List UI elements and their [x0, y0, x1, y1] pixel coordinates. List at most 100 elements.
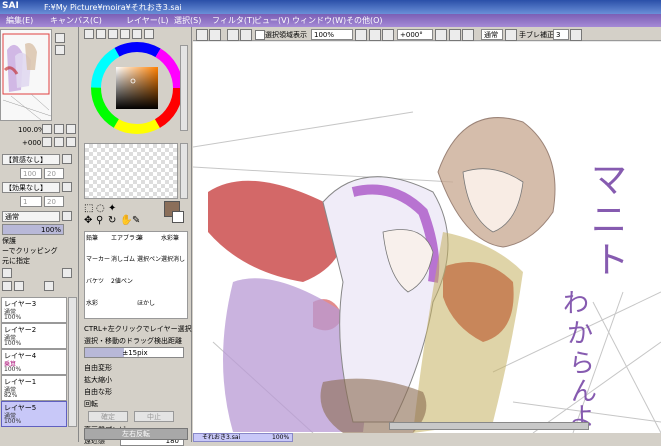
apply-button[interactable]: 確定	[88, 411, 128, 422]
rect-select-icon[interactable]: ⬚	[84, 203, 93, 214]
color-wheel-mode-icon[interactable]	[84, 29, 94, 39]
nav-zoom-out-button[interactable]	[55, 45, 65, 55]
layer-scrollbar[interactable]	[68, 297, 77, 427]
undo-icon[interactable]	[196, 29, 208, 41]
nav-rotate-right-button[interactable]	[54, 137, 64, 147]
angle-dropdown-icon[interactable]	[435, 29, 447, 41]
effect-strength[interactable]: 20	[44, 196, 64, 207]
brush-bucket[interactable]: バケツ	[86, 276, 104, 285]
layer-item[interactable]: レイヤー1 通常 82%	[1, 375, 67, 401]
lasso-icon[interactable]: ◌	[96, 203, 105, 214]
swatch-mode-icon[interactable]	[132, 29, 142, 39]
scratch-pad[interactable]	[84, 143, 178, 199]
rgb-slider-mode-icon[interactable]	[96, 29, 106, 39]
cancel-button[interactable]: 中止	[134, 411, 174, 422]
deselect-icon[interactable]	[227, 29, 239, 41]
menu-window[interactable]: ウィンドウ(W)	[292, 15, 346, 26]
navigator-thumbnail[interactable]	[0, 29, 52, 121]
eyedropper-icon[interactable]: ✎	[132, 215, 140, 226]
menu-other[interactable]: その他(O)	[346, 15, 383, 26]
brush-brush[interactable]: 筆	[137, 233, 143, 242]
stabilizer-select[interactable]: 3	[553, 29, 569, 40]
flip-horizontal-button[interactable]: 左右反転	[84, 428, 188, 440]
layer-item[interactable]: レイヤー4 乗算 100%	[1, 349, 67, 375]
effect-dropdown-icon[interactable]	[62, 182, 72, 192]
scratchpad-mode-icon[interactable]	[144, 29, 154, 39]
zoom-dropdown-icon[interactable]	[355, 29, 367, 41]
move-icon[interactable]: ✥	[84, 215, 92, 226]
flip-view-icon[interactable]	[505, 29, 517, 41]
menu-layer[interactable]: レイヤー(L)	[126, 15, 168, 26]
zoom-select[interactable]: 100%	[311, 29, 353, 40]
zoom-out-icon[interactable]	[369, 29, 381, 41]
rotate-cw-icon[interactable]	[462, 29, 474, 41]
merge-layer-icon[interactable]	[44, 281, 54, 291]
brush-watercolor[interactable]: 水彩筆	[161, 233, 179, 242]
stabilizer-dropdown-icon[interactable]	[570, 29, 582, 41]
hsv-slider-mode-icon[interactable]	[108, 29, 118, 39]
layer-item[interactable]: レイヤー3 通常 100%	[1, 297, 67, 323]
protect-alpha-check[interactable]: 保護	[2, 236, 16, 246]
brush-select-eraser[interactable]: 選択消し	[161, 254, 185, 263]
new-layer-icon[interactable]	[2, 268, 12, 278]
menu-view[interactable]: ビュー(V)	[254, 15, 290, 26]
layer-item-selected[interactable]: レイヤー5 通常 100%	[1, 401, 67, 427]
zoom-icon[interactable]: ⚲	[96, 215, 103, 226]
hand-icon[interactable]: ✋	[120, 215, 132, 226]
document-tab[interactable]: それおき3.sai 100%	[193, 433, 293, 442]
menu-edit[interactable]: 編集(E)	[6, 15, 33, 26]
delete-layer-icon[interactable]	[14, 281, 24, 291]
nav-zoom-in-button[interactable]	[55, 33, 65, 43]
opacity-slider[interactable]: 100%	[2, 224, 64, 235]
ctrl-click-layer-select-check[interactable]: CTRL+左クリックでレイヤー選択	[84, 324, 192, 334]
effect-select[interactable]: 【効果なし】	[2, 182, 60, 193]
nav-rotate-reset-button[interactable]	[66, 137, 76, 147]
color-panel-scrollbar[interactable]	[180, 45, 188, 131]
nav-zoom-reset-button[interactable]	[66, 124, 76, 134]
radio-scale[interactable]: 拡大縮小	[84, 375, 112, 385]
brush-select-pen[interactable]: 選択ペン	[137, 254, 161, 263]
blend-mode-select[interactable]: 通常	[2, 211, 60, 222]
effect-width[interactable]: 1	[20, 196, 42, 207]
invert-selection-icon[interactable]	[240, 29, 252, 41]
texture-select[interactable]: 【質感なし】	[2, 154, 60, 165]
angle-select[interactable]: +000°	[397, 29, 433, 40]
radio-rotate[interactable]: 回転	[84, 399, 98, 409]
layer-folder-icon[interactable]	[62, 268, 72, 278]
selection-display-checkbox[interactable]	[255, 30, 265, 40]
display-mode-select[interactable]: 通常	[481, 29, 503, 40]
selection-source-check[interactable]: 元に指定	[2, 256, 30, 266]
drag-distance-slider[interactable]: ±15pix	[84, 347, 184, 358]
copy-layer-icon[interactable]	[2, 281, 12, 291]
nav-zoom-minus-button[interactable]	[42, 124, 52, 134]
menu-canvas[interactable]: キャンバス(C)	[50, 15, 102, 26]
nav-zoom-plus-button[interactable]	[54, 124, 64, 134]
color-wheel[interactable]	[90, 41, 184, 135]
blend-dropdown-icon[interactable]	[62, 211, 72, 221]
brush-eraser[interactable]: 消しゴム	[111, 254, 135, 263]
menu-filter[interactable]: フィルタ(T)	[212, 15, 255, 26]
gradient-mode-icon[interactable]	[120, 29, 130, 39]
radio-free-transform[interactable]: 自由変形	[84, 363, 112, 373]
background-color-swatch[interactable]	[172, 211, 184, 223]
magic-wand-icon[interactable]: ✦	[108, 203, 116, 214]
texture-scale[interactable]: 100	[20, 168, 42, 179]
brush-blur[interactable]: ほかし	[137, 298, 155, 307]
scratch-pad-scrollbar[interactable]	[180, 143, 188, 199]
radio-free-shape[interactable]: 自由な形	[84, 387, 112, 397]
brush-binary-pen[interactable]: 2値ペン	[111, 276, 133, 285]
texture-dropdown-icon[interactable]	[62, 154, 72, 164]
clipping-check[interactable]: ーでクリッピング	[2, 246, 58, 256]
canvas-horizontal-scrollbar[interactable]	[389, 422, 589, 430]
rotate-ccw-icon[interactable]	[449, 29, 461, 41]
brush-pencil[interactable]: 鉛筆	[86, 233, 98, 242]
layer-item[interactable]: レイヤー2 通常 100%	[1, 323, 67, 349]
rotate-icon[interactable]: ↻	[108, 215, 116, 226]
brush-marker[interactable]: マーカー	[86, 254, 110, 263]
nav-rotate-left-button[interactable]	[42, 137, 52, 147]
texture-strength[interactable]: 20	[44, 168, 64, 179]
zoom-in-icon[interactable]	[382, 29, 394, 41]
drawing-canvas[interactable]: マニト わからんよ	[193, 42, 661, 433]
brush-watercolor2[interactable]: 水彩	[86, 298, 98, 307]
redo-icon[interactable]	[209, 29, 221, 41]
